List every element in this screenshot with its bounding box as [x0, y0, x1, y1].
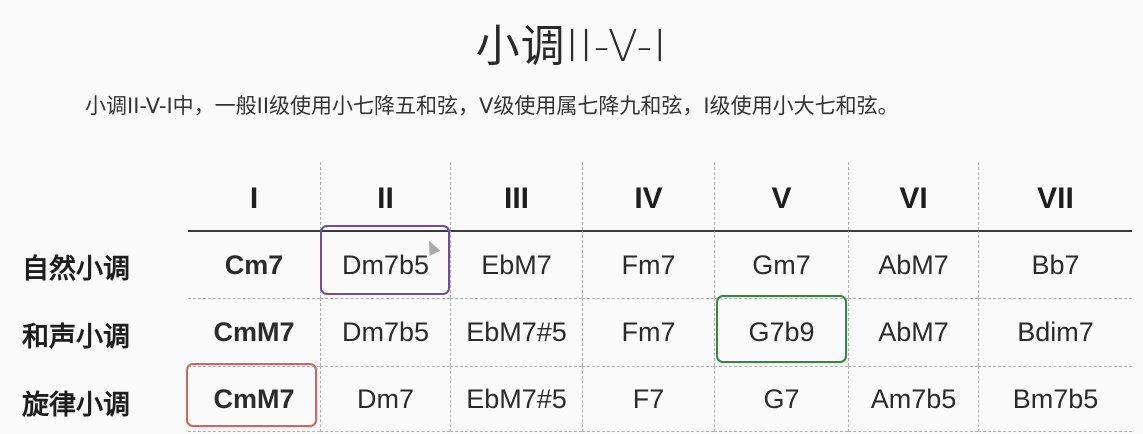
table-cell: Bb7 [978, 230, 1132, 298]
table-cell: G7 [714, 366, 848, 432]
table-cell: EbM7#5 [450, 298, 582, 366]
column-header-vi: VI [848, 162, 978, 230]
table-cell: Bm7b5 [978, 366, 1132, 432]
table-cell: EbM7#5 [450, 366, 582, 432]
table-cell: Dm7b5 [320, 298, 450, 366]
table-cell: F7 [582, 366, 714, 432]
table-cell: CmM7 [188, 366, 320, 432]
row-label-natural-minor: 自然小调 [22, 254, 130, 285]
table-cell: AbM7 [848, 298, 978, 366]
table-cell: Fm7 [582, 230, 714, 298]
column-header-vii: VII [978, 162, 1132, 230]
row-label-harmonic-minor: 和声小调 [22, 322, 130, 353]
page-title: 小调II-V-I [475, 21, 668, 72]
column-header-iv: IV [582, 162, 714, 230]
column-header-v: V [714, 162, 848, 230]
column-header-ii: II [320, 162, 450, 230]
table-cell: Cm7 [188, 230, 320, 298]
subtitle-text: 小调II-V-I中，一般II级使用小七降五和弦，V级使用属七降九和弦，I级使用小… [85, 94, 899, 118]
table-cell: Am7b5 [848, 366, 978, 432]
row-label-melodic-minor: 旋律小调 [22, 390, 130, 421]
table-cell: Fm7 [582, 298, 714, 366]
table-cell: CmM7 [188, 298, 320, 366]
column-header-i: I [249, 182, 259, 215]
table-cell: AbM7 [848, 230, 978, 298]
table-cell: EbM7 [450, 230, 582, 298]
column-header-iii: III [450, 162, 582, 230]
chord-table: I II III IV V VI VII Cm7 Dm7b5 EbM7 Fm7 … [188, 162, 1132, 432]
table-cell: Dm7 [320, 366, 450, 432]
table-cell: G7b9 [714, 298, 848, 366]
table-cell: Gm7 [714, 230, 848, 298]
table-cell: Bdim7 [978, 298, 1132, 366]
